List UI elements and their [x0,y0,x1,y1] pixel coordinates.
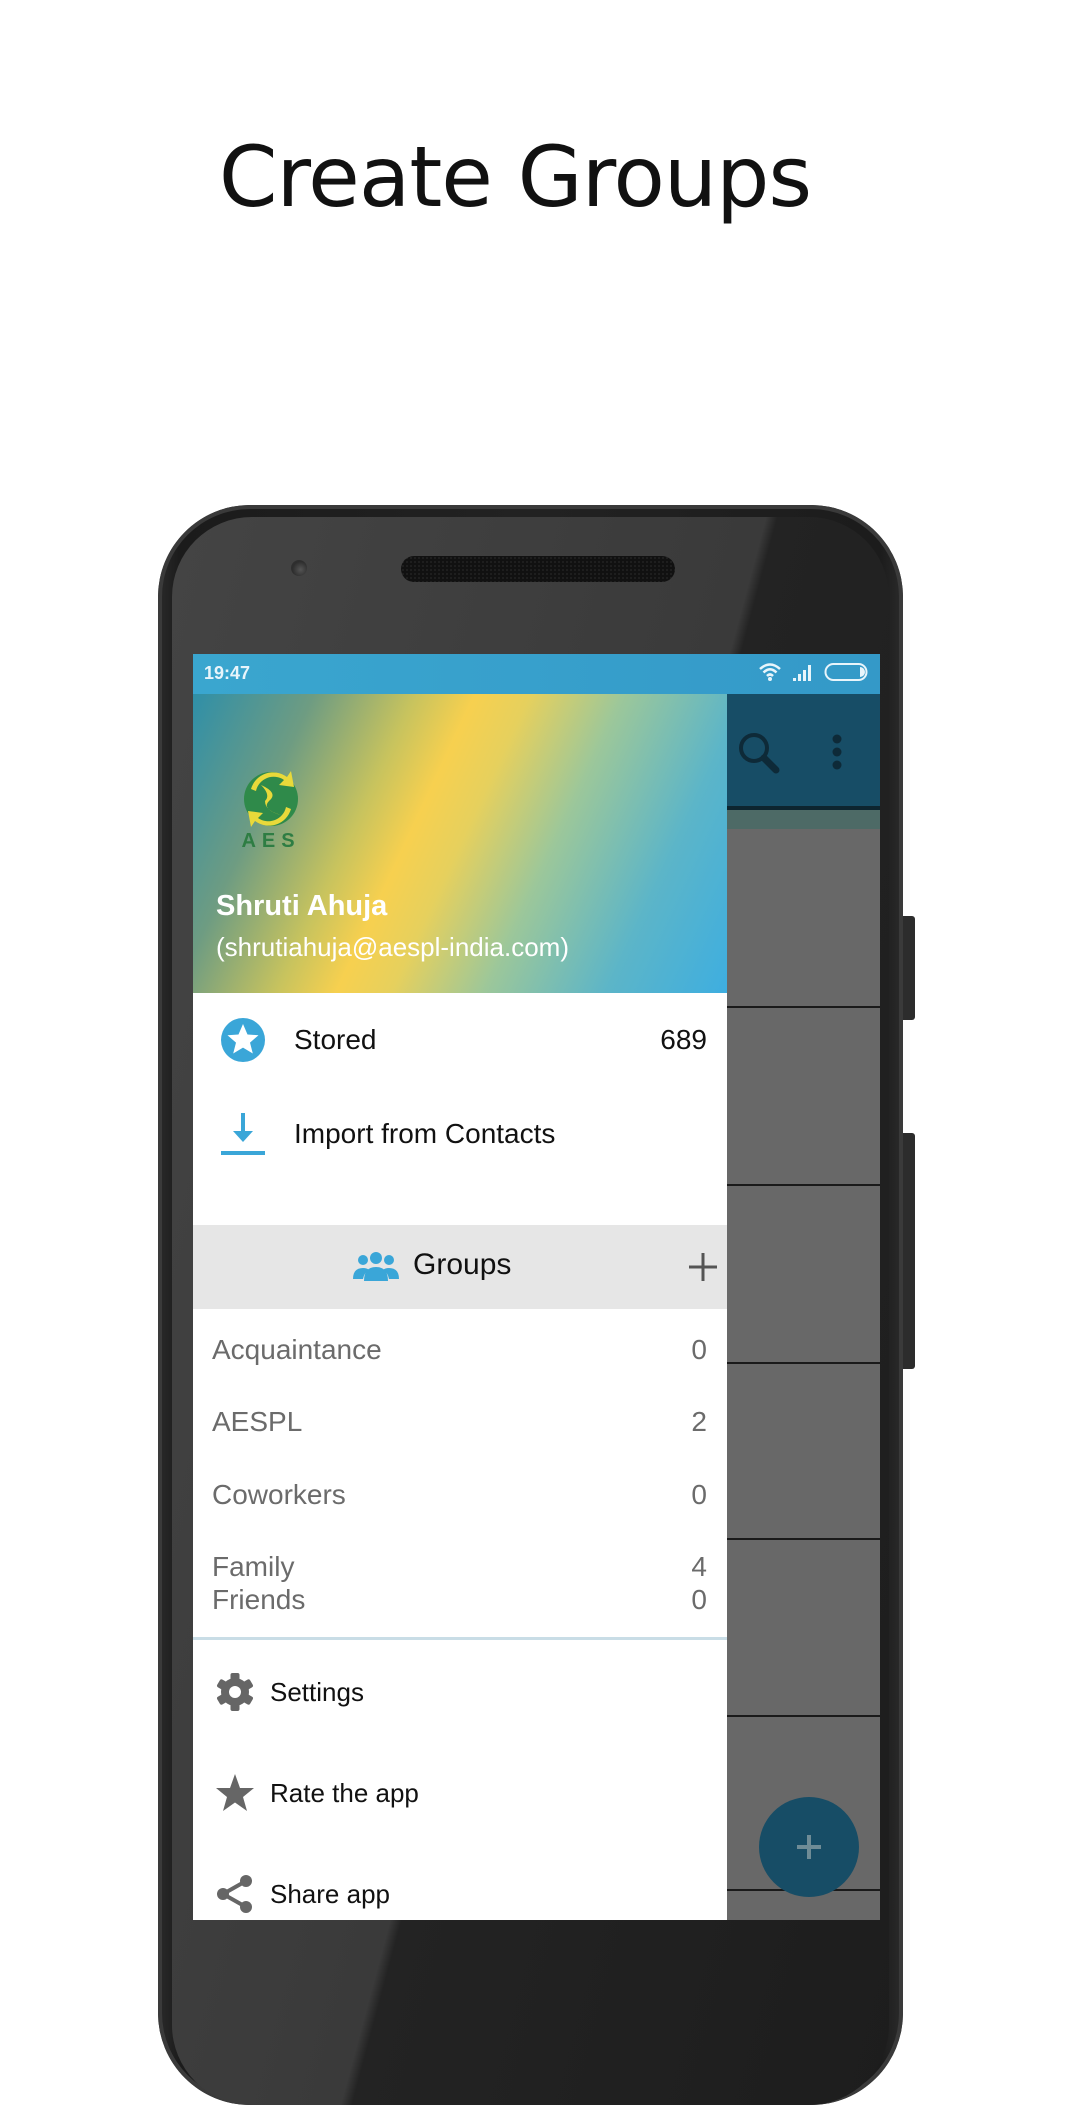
stored-count: 689 [660,1024,707,1055]
group-item[interactable]: Acquaintance 0 [193,1314,727,1386]
group-item[interactable]: AESPL 2 [193,1386,727,1458]
download-icon [220,1111,266,1157]
group-count: 4 [691,1551,707,1582]
wifi-icon [759,663,781,681]
plus-icon [797,1835,821,1859]
group-count: 0 [691,1479,707,1510]
add-contact-fab[interactable] [759,1797,859,1897]
aes-logo-icon [244,771,298,827]
drawer-item-label: Share app [270,1879,390,1909]
groups-icon [353,1252,399,1281]
drawer-item-rate[interactable]: Rate the app [193,1748,727,1838]
group-name: Family [212,1551,295,1582]
star-icon [216,1774,254,1811]
drawer-item-label: Import from Contacts [294,1118,556,1149]
drawer-item-label: Settings [270,1677,364,1707]
group-name: Acquaintance [212,1334,382,1365]
user-email: (shrutiahuja@aespl-india.com) [216,932,569,962]
group-name: Coworkers [212,1479,346,1510]
promo-title: Create Groups [218,128,812,226]
drawer-item-settings[interactable]: Settings [193,1647,727,1737]
group-count: 0 [691,1584,707,1615]
status-bar: 19:47 [193,654,880,694]
group-item[interactable]: Coworkers 0 [193,1459,727,1531]
phone-screen: 19:47 AES Shruti Ahuja (shrutiahuja@aesp… [193,654,880,1920]
signal-icon [793,665,811,681]
group-count: 0 [691,1334,707,1365]
gear-icon [217,1673,253,1711]
drawer-item-share[interactable]: Share app [193,1849,727,1920]
navigation-drawer: AES Shruti Ahuja (shrutiahuja@aespl-indi… [193,694,727,1920]
groups-header: Groups [193,1225,727,1309]
drawer-header: AES Shruti Ahuja (shrutiahuja@aespl-indi… [193,694,727,993]
power-button [903,916,915,1020]
phone-speaker [401,556,675,582]
battery-icon [824,663,868,681]
user-name: Shruti Ahuja [216,890,388,922]
volume-button [903,1133,915,1369]
logo-text: AES [241,830,301,852]
group-name: AESPL [212,1406,303,1437]
drawer-item-label: Stored [294,1024,377,1055]
groups-label: Groups [413,1248,512,1281]
drawer-divider [193,1637,727,1640]
share-icon [217,1875,252,1913]
star-circle-icon [220,1017,266,1063]
search-icon[interactable] [736,730,784,783]
drawer-item-stored[interactable]: Stored 689 [193,993,727,1087]
group-item[interactable]: Friends 0 [193,1584,727,1637]
status-time: 19:47 [204,663,251,683]
add-group-button[interactable] [689,1253,717,1281]
group-count: 2 [691,1406,707,1437]
phone-camera [291,560,307,576]
overflow-menu-icon[interactable] [831,734,843,775]
drawer-item-label: Rate the app [270,1778,419,1808]
drawer-item-import[interactable]: Import from Contacts [193,1087,727,1181]
group-name: Friends [212,1584,306,1615]
